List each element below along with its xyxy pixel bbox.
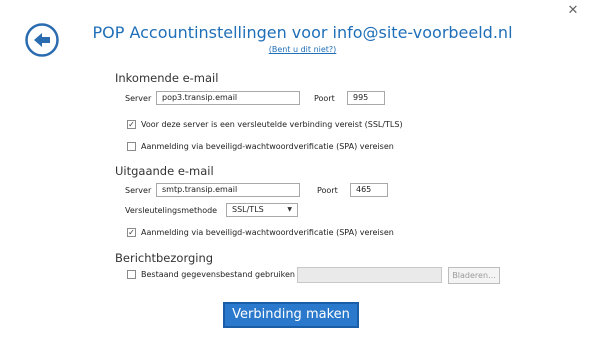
checkmark-icon: ✓ bbox=[128, 120, 135, 129]
encryption-select[interactable]: SSL/TLS ▼ bbox=[226, 203, 298, 217]
incoming-server-input[interactable]: pop3.transip.email bbox=[156, 91, 300, 105]
encryption-value: SSL/TLS bbox=[232, 205, 264, 214]
incoming-section-title: Inkomende e-mail bbox=[115, 71, 219, 85]
data-file-path-input[interactable] bbox=[297, 267, 442, 283]
outgoing-section-title: Uitgaande e-mail bbox=[115, 164, 214, 178]
incoming-server-label: Server bbox=[125, 94, 152, 103]
incoming-spa-label: Aanmelding via beveiligd-wachtwoordverif… bbox=[141, 142, 394, 151]
close-icon[interactable]: ✕ bbox=[566, 4, 580, 18]
chevron-down-icon: ▼ bbox=[287, 206, 292, 213]
not-you-link[interactable]: (Bent u dit niet?) bbox=[0, 45, 605, 54]
outgoing-spa-checkbox[interactable]: ✓ bbox=[127, 228, 136, 237]
outgoing-server-label: Server bbox=[125, 186, 152, 195]
existing-data-file-label: Bestaand gegevensbestand gebruiken bbox=[141, 270, 296, 279]
outgoing-spa-label: Aanmelding via beveiligd-wachtwoordverif… bbox=[141, 228, 394, 237]
incoming-port-label: Poort bbox=[314, 94, 335, 103]
incoming-ssl-checkbox[interactable]: ✓ bbox=[127, 120, 136, 129]
outgoing-server-input[interactable]: smtp.transip.email bbox=[156, 183, 300, 197]
connect-button[interactable]: Verbinding maken bbox=[223, 302, 359, 328]
outgoing-port-input[interactable]: 465 bbox=[350, 183, 388, 197]
outgoing-port-label: Poort bbox=[317, 186, 338, 195]
incoming-port-input[interactable]: 995 bbox=[347, 91, 385, 105]
incoming-ssl-label: Voor deze server is een versleutelde ver… bbox=[141, 120, 403, 129]
storage-section-title: Berichtbezorging bbox=[115, 251, 214, 265]
browse-button[interactable]: Bladeren... bbox=[448, 267, 500, 284]
checkmark-icon: ✓ bbox=[128, 228, 135, 237]
incoming-spa-checkbox[interactable] bbox=[127, 142, 136, 151]
page-title: POP Accountinstellingen voor info@site-v… bbox=[92, 23, 513, 42]
existing-data-file-checkbox[interactable] bbox=[127, 270, 136, 279]
encryption-label: Versleutelingsmethode bbox=[125, 206, 218, 215]
